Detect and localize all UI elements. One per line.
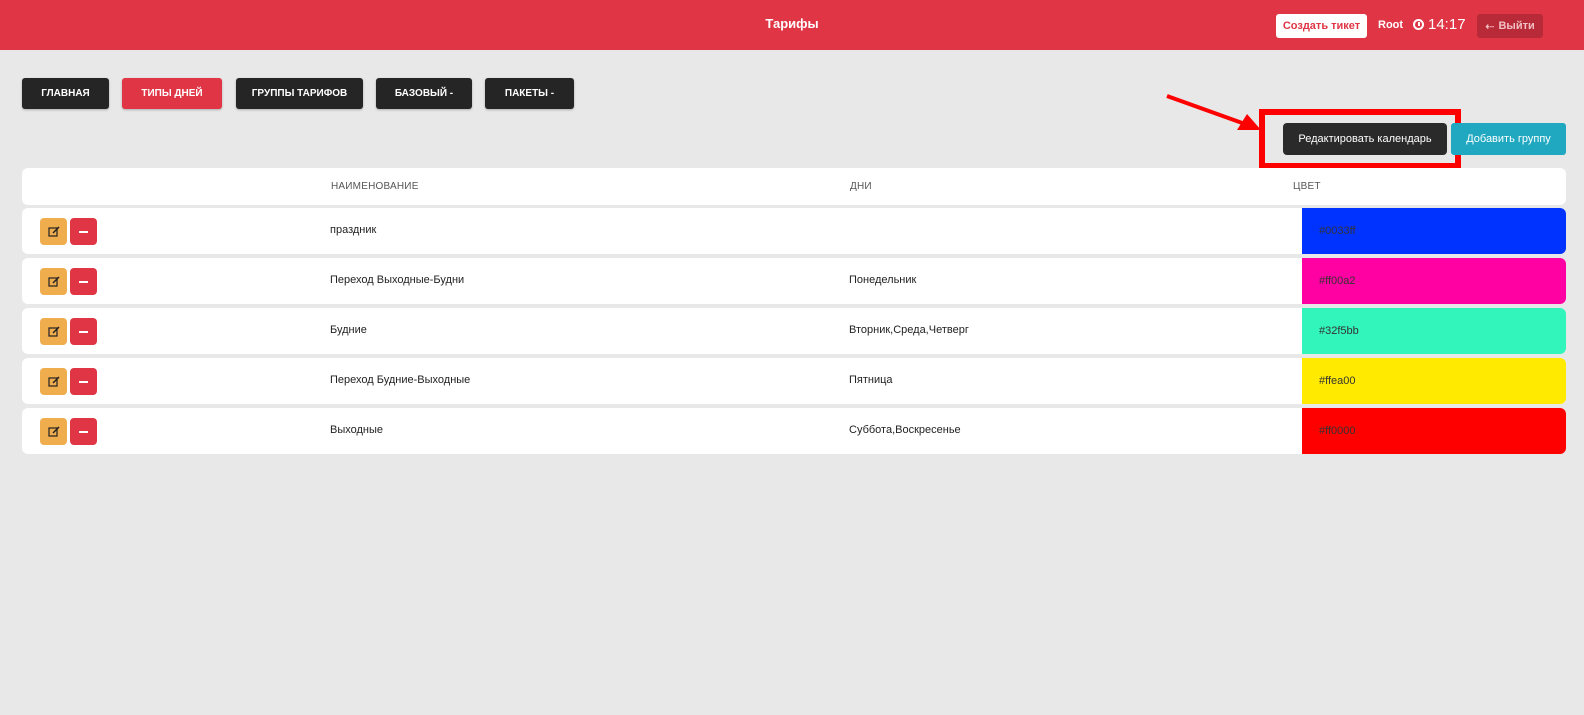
- table-row: Выходные Суббота,Воскресенье #ff0000: [22, 408, 1566, 454]
- edit-row-button[interactable]: [40, 268, 67, 295]
- minus-icon: [79, 280, 88, 283]
- column-header-days: ДНИ: [850, 181, 872, 192]
- row-days: Понедельник: [849, 274, 917, 286]
- table-row: Будние Вторник,Среда,Четверг #32f5bb: [22, 308, 1566, 354]
- row-color: #ff0000: [1302, 408, 1566, 454]
- delete-row-button[interactable]: [70, 318, 97, 345]
- minus-icon: [79, 380, 88, 383]
- nav-main[interactable]: ГЛАВНАЯ: [22, 78, 109, 109]
- nav-tariff-groups[interactable]: ГРУППЫ ТАРИФОВ: [236, 78, 363, 109]
- row-name: Переход Будние-Выходные: [330, 374, 471, 386]
- row-color: #32f5bb: [1302, 308, 1566, 354]
- clock-icon: [1413, 19, 1424, 30]
- clock: 14:17: [1413, 16, 1466, 33]
- table-row: праздник #0033ff: [22, 208, 1566, 254]
- logout-button[interactable]: ⇠ Выйти: [1477, 14, 1543, 38]
- table-header: НАИМЕНОВАНИЕ ДНИ ЦВЕТ: [22, 168, 1566, 205]
- row-days: Пятница: [849, 374, 893, 386]
- row-name: Выходные: [330, 424, 384, 436]
- add-group-button[interactable]: Добавить группу: [1451, 123, 1566, 155]
- row-name: праздник: [330, 224, 377, 236]
- clock-time: 14:17: [1428, 16, 1466, 33]
- delete-row-button[interactable]: [70, 418, 97, 445]
- row-color: #0033ff: [1302, 208, 1566, 254]
- nav-packages-dropdown[interactable]: ПАКЕТЫ -: [485, 78, 574, 109]
- create-ticket-button[interactable]: Создать тикет: [1276, 14, 1367, 38]
- row-color: #ff00a2: [1302, 258, 1566, 304]
- row-days: Вторник,Среда,Четверг: [849, 324, 969, 336]
- edit-row-button[interactable]: [40, 218, 67, 245]
- edit-icon: [47, 225, 60, 237]
- nav-day-types[interactable]: ТИПЫ ДНЕЙ: [122, 78, 222, 109]
- row-color: #ffea00: [1302, 358, 1566, 404]
- delete-row-button[interactable]: [70, 268, 97, 295]
- edit-calendar-button[interactable]: Редактировать календарь: [1283, 123, 1447, 155]
- nav-basic-dropdown[interactable]: БАЗОВЫЙ -: [376, 78, 472, 109]
- edit-row-button[interactable]: [40, 368, 67, 395]
- delete-row-button[interactable]: [70, 218, 97, 245]
- table-row: Переход Будние-Выходные Пятница #ffea00: [22, 358, 1566, 404]
- minus-icon: [79, 330, 88, 333]
- logout-icon: ⇠: [1485, 20, 1495, 33]
- column-header-name: НАИМЕНОВАНИЕ: [331, 181, 419, 192]
- top-bar: Тарифы Создать тикет Root 14:17 ⇠ Выйти: [0, 0, 1584, 50]
- edit-row-button[interactable]: [40, 418, 67, 445]
- minus-icon: [79, 430, 88, 433]
- edit-row-button[interactable]: [40, 318, 67, 345]
- row-name: Переход Выходные-Будни: [330, 274, 465, 286]
- column-header-color: ЦВЕТ: [1293, 181, 1321, 192]
- edit-icon: [47, 275, 60, 287]
- table-row: Переход Выходные-Будни Понедельник #ff00…: [22, 258, 1566, 304]
- edit-icon: [47, 425, 60, 437]
- delete-row-button[interactable]: [70, 368, 97, 395]
- annotation-arrow-icon: [1166, 94, 1261, 130]
- edit-icon: [47, 375, 60, 387]
- row-days: Суббота,Воскресенье: [849, 424, 961, 436]
- user-name[interactable]: Root: [1378, 19, 1403, 31]
- minus-icon: [79, 230, 88, 233]
- logout-label: Выйти: [1498, 20, 1535, 32]
- edit-icon: [47, 325, 60, 337]
- row-name: Будние: [330, 324, 367, 336]
